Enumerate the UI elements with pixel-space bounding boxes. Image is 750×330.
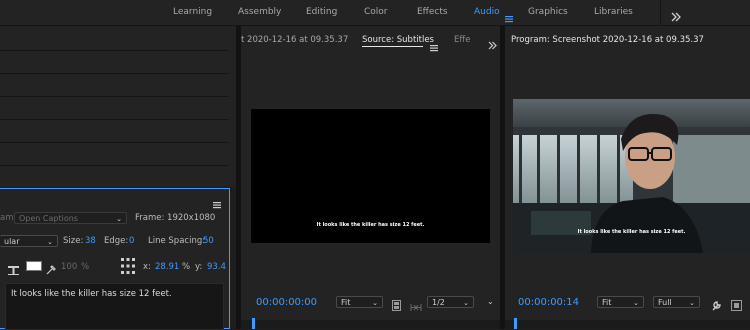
list-divider: [0, 50, 229, 51]
program-fit-value: Fit: [602, 298, 612, 307]
caption-text: It looks like the killer has size 12 fee…: [11, 289, 172, 299]
workspace-menu-icon[interactable]: [505, 8, 513, 23]
font-style-dropdown[interactable]: ular ⌄: [0, 235, 58, 247]
edge-label: Edge:: [104, 236, 129, 246]
export-frame-icon[interactable]: [731, 296, 742, 315]
size-label: Size:: [63, 236, 84, 246]
captions-panel: am: Open Captions ⌄ Frame: 1920x1080 ula…: [0, 188, 230, 330]
workspace-tab-effects[interactable]: Effects: [417, 0, 448, 24]
opacity-unit: %: [81, 262, 90, 272]
active-tab-underline: [362, 46, 423, 47]
workspace-tab-learning[interactable]: Learning: [173, 0, 212, 24]
x-label: x:: [143, 262, 151, 272]
chevron-down-icon: ⌄: [47, 238, 53, 246]
settings-icon[interactable]: [392, 296, 401, 315]
source-subtitle-text: It looks like the killer has size 12 fee…: [316, 222, 425, 228]
list-divider: [0, 96, 229, 97]
opacity-value[interactable]: 100: [61, 262, 77, 272]
eyedropper-icon[interactable]: [46, 260, 56, 279]
chevron-down-icon: ⌄: [689, 299, 695, 307]
program-resolution-value: Full: [658, 298, 672, 307]
size-value[interactable]: 38: [85, 236, 96, 246]
program-subtitle-text: It looks like the killer has size 12 fee…: [577, 229, 686, 235]
color-swatch[interactable]: [26, 261, 42, 271]
workspace-tab-audio[interactable]: Audio: [474, 0, 500, 24]
program-fit-dropdown[interactable]: Fit ⌄: [597, 296, 644, 308]
position-grid-icon[interactable]: [121, 258, 135, 278]
source-resolution-value: 1/2: [432, 298, 445, 307]
program-playhead[interactable]: [514, 318, 517, 329]
tab-effects-truncated[interactable]: Effe: [454, 35, 470, 45]
source-monitor-panel: t 2020-12-16 at 09.35.37 Source: Subtitl…: [241, 26, 500, 329]
chevron-down-icon: ⌄: [633, 299, 639, 307]
program-title[interactable]: Program: Screenshot 2020-12-16 at 09.35.…: [511, 35, 704, 45]
list-divider: [0, 142, 229, 143]
y-value[interactable]: 93.4: [207, 262, 226, 272]
edge-value[interactable]: 0: [129, 236, 134, 246]
list-divider: [0, 119, 229, 120]
percent-label: %: [182, 262, 191, 272]
tabs-overflow-icon[interactable]: [488, 35, 497, 54]
source-fit-dropdown[interactable]: Fit ⌄: [336, 296, 383, 308]
chevron-down-icon: ⌄: [372, 299, 378, 307]
caption-text-area[interactable]: It looks like the killer has size 12 fee…: [5, 283, 224, 330]
list-divider: [0, 165, 229, 166]
workspace-tab-editing[interactable]: Editing: [306, 0, 337, 24]
chevron-down-icon: ⌄: [463, 299, 469, 307]
program-resolution-dropdown[interactable]: Full ⌄: [653, 296, 700, 308]
workspace-divider: [660, 0, 661, 25]
wrench-icon[interactable]: ⌄: [487, 297, 494, 306]
text-tool-icon[interactable]: [8, 261, 19, 280]
tab-menu-icon[interactable]: [430, 37, 438, 56]
tab-source-subtitles[interactable]: Source: Subtitles: [362, 35, 434, 45]
line-spacing-value[interactable]: 50: [203, 236, 214, 246]
tab-previous[interactable]: t 2020-12-16 at 09.35.37: [241, 35, 348, 45]
workspace-tab-color[interactable]: Color: [364, 0, 388, 24]
program-monitor-panel: Program: Screenshot 2020-12-16 at 09.35.…: [505, 26, 750, 329]
stream-dropdown[interactable]: Open Captions ⌄: [14, 212, 127, 224]
overflow-chevron-icon[interactable]: [671, 7, 681, 26]
chevron-down-icon: ⌄: [116, 215, 122, 223]
program-timecode[interactable]: 00:00:00:14: [518, 297, 579, 308]
source-fit-value: Fit: [341, 298, 351, 307]
left-list-panel: [0, 26, 236, 187]
list-divider: [0, 73, 229, 74]
x-value[interactable]: 28.91: [155, 262, 179, 272]
workspace-tab-assembly[interactable]: Assembly: [238, 0, 281, 24]
insert-icon[interactable]: [410, 297, 422, 316]
panel-menu-icon[interactable]: [213, 194, 221, 213]
y-label: y:: [195, 262, 203, 272]
line-spacing-label: Line Spacing:: [148, 236, 206, 246]
source-timecode[interactable]: 00:00:00:00: [256, 297, 317, 308]
workspace-tab-libraries[interactable]: Libraries: [594, 0, 633, 24]
program-timeline-ruler[interactable]: [505, 320, 750, 329]
font-style-value: ular: [4, 237, 20, 246]
source-video-frame: It looks like the killer has size 12 fee…: [251, 109, 490, 243]
source-timeline-ruler[interactable]: [241, 320, 500, 329]
workspace-bar: Learning Assembly Editing Color Effects …: [0, 0, 750, 26]
frame-size-label: Frame: 1920x1080: [135, 213, 216, 223]
workspace-tab-graphics[interactable]: Graphics: [528, 0, 568, 24]
stream-value: Open Captions: [19, 214, 78, 223]
source-resolution-dropdown[interactable]: 1/2 ⌄: [427, 296, 474, 308]
program-video-frame: It looks like the killer has size 12 fee…: [513, 99, 750, 253]
wrench-icon[interactable]: [711, 296, 722, 315]
source-playhead[interactable]: [252, 318, 255, 329]
